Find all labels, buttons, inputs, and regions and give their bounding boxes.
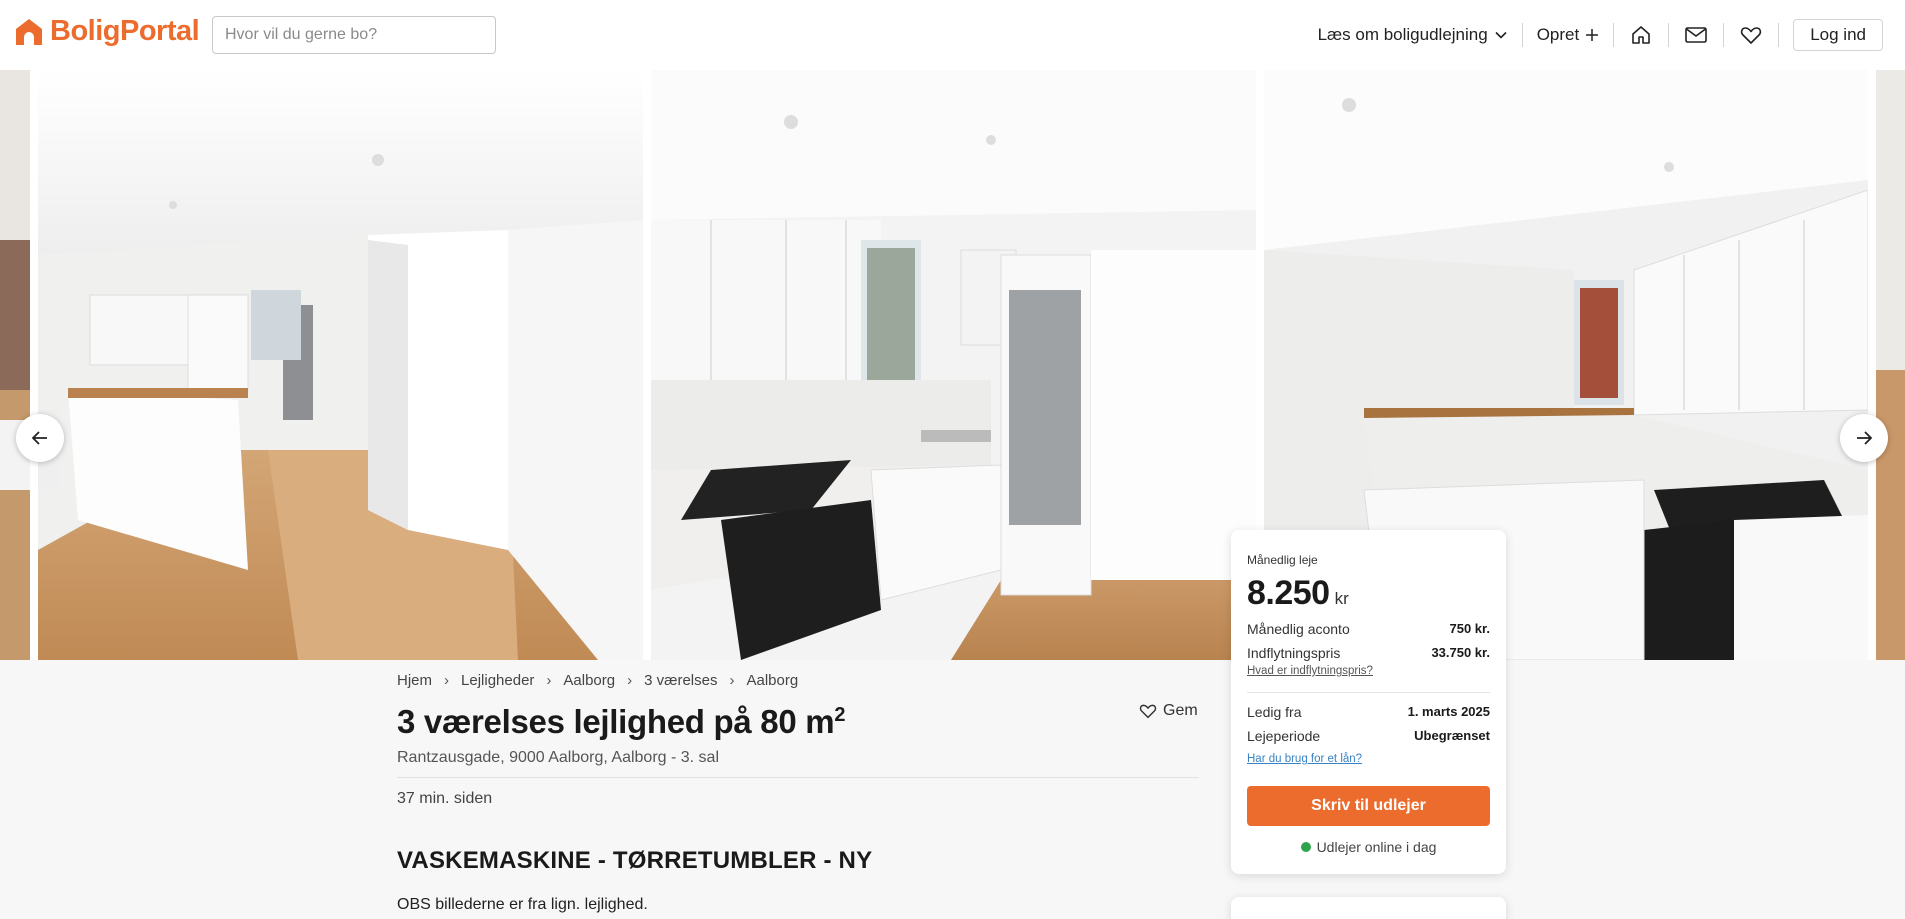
- nav-divider: [1521, 23, 1523, 47]
- save-label: Gem: [1163, 702, 1198, 719]
- contact-landlord-button[interactable]: Skriv til udlejer: [1247, 786, 1490, 826]
- monthly-rent-value: 8.250: [1247, 574, 1330, 612]
- save-button[interactable]: Gem: [1139, 702, 1198, 720]
- gallery-photo-partial-left[interactable]: [0, 70, 30, 660]
- rental-period-label: Lejeperiode: [1247, 728, 1321, 744]
- online-dot-icon: [1300, 842, 1311, 852]
- kitchen-photo[interactable]: [651, 70, 1256, 660]
- home-icon[interactable]: [1628, 22, 1654, 48]
- arrow-left-icon: [31, 431, 47, 445]
- read-about-rental-menu[interactable]: Læs om boligudlejning: [1318, 25, 1508, 45]
- breadcrumb-current[interactable]: Aalborg: [746, 672, 798, 689]
- loan-link[interactable]: Har du brug for et lån?: [1247, 753, 1362, 765]
- online-status-text: Udlejer online i dag: [1316, 839, 1437, 855]
- house-logo-icon: [16, 18, 42, 45]
- nav-divider: [1778, 23, 1780, 47]
- price-card: Månedlig leje 8.250 kr Månedlig aconto 7…: [1231, 530, 1506, 874]
- movein-label: Indflytningspris: [1247, 645, 1341, 661]
- chevron-right-icon: ›: [627, 672, 633, 689]
- login-button[interactable]: Log ind: [1793, 19, 1883, 51]
- movein-info-link[interactable]: Hvad er indflytningspris?: [1247, 665, 1373, 677]
- search-input[interactable]: [212, 16, 496, 54]
- mail-icon[interactable]: [1683, 22, 1709, 48]
- aconto-label: Månedlig aconto: [1247, 621, 1350, 637]
- breadcrumb-city[interactable]: Aalborg: [563, 672, 615, 689]
- photo-gallery[interactable]: [0, 70, 1905, 660]
- logo-text: BoligPortal: [50, 15, 200, 47]
- create-label: Opret: [1536, 25, 1580, 44]
- nav-divider: [1613, 23, 1615, 47]
- listing-title-text: 3 værelses lejlighed på 80 m: [397, 703, 835, 740]
- rental-period-value: Ubegrænset: [1414, 728, 1490, 743]
- currency-label: kr: [1334, 589, 1349, 608]
- aconto-row: Månedlig aconto 750 kr.: [1247, 621, 1490, 637]
- movein-row: Indflytningspris 33.750 kr.: [1247, 645, 1490, 661]
- secondary-card: [1231, 897, 1506, 919]
- aconto-value: 750 kr.: [1449, 621, 1491, 636]
- arrow-right-icon: [1857, 431, 1873, 445]
- rental-period-row: Lejeperiode Ubegrænset: [1247, 728, 1490, 744]
- create-button[interactable]: Opret: [1537, 25, 1600, 45]
- heart-icon[interactable]: [1738, 22, 1764, 48]
- listing-title: 3 værelses lejlighed på 80 m2: [397, 703, 845, 741]
- gallery-next-button[interactable]: [1840, 414, 1888, 462]
- gallery-photo-partial-right[interactable]: [1876, 70, 1905, 660]
- monthly-rent-label: Månedlig leje: [1247, 553, 1318, 567]
- read-about-label: Læs om boligudlejning: [1317, 25, 1488, 44]
- chevron-right-icon: ›: [444, 672, 450, 689]
- chevron-right-icon: ›: [546, 672, 552, 689]
- chevron-down-icon: [1495, 31, 1507, 39]
- available-value: 1. marts 2025: [1407, 704, 1490, 719]
- monthly-rent: 8.250 kr: [1247, 574, 1349, 613]
- listing-title-superscript: 2: [834, 704, 846, 726]
- listing-address: Rantzausgade, 9000 Aalborg, Aalborg - 3.…: [397, 749, 719, 766]
- heart-outline-icon: [1139, 704, 1157, 719]
- listing-description: OBS billederne er fra lign. lejlighed.: [397, 896, 648, 913]
- breadcrumb-apartments[interactable]: Lejligheder: [461, 672, 534, 689]
- breadcrumb-rooms[interactable]: 3 værelses: [644, 672, 717, 689]
- nav-divider: [1723, 23, 1725, 47]
- breadcrumb: Hjem › Lejligheder › Aalborg › 3 værelse…: [397, 672, 798, 689]
- card-divider: [1247, 692, 1490, 693]
- top-header: BoligPortal Læs om boligudlejning Opret …: [0, 0, 1905, 70]
- movein-value: 33.750 kr.: [1431, 645, 1490, 660]
- living-room-kitchen-photo[interactable]: [38, 70, 643, 660]
- boligportal-logo[interactable]: BoligPortal: [14, 15, 200, 48]
- gallery-prev-button[interactable]: [16, 414, 64, 462]
- landlord-online-status: Udlejer online i dag: [1231, 839, 1506, 855]
- listing-divider: [397, 777, 1199, 778]
- posted-time: 37 min. siden: [397, 790, 493, 807]
- main-nav: Læs om boligudlejning Opret Log ind: [1318, 0, 1905, 70]
- plus-icon: [1586, 29, 1599, 41]
- available-label: Ledig fra: [1247, 704, 1302, 720]
- nav-divider: [1668, 23, 1670, 47]
- breadcrumb-home[interactable]: Hjem: [397, 672, 432, 689]
- listing-heading: VASKEMASKINE - TØRRETUMBLER - NY: [397, 847, 873, 874]
- available-row: Ledig fra 1. marts 2025: [1247, 704, 1490, 720]
- chevron-right-icon: ›: [729, 672, 735, 689]
